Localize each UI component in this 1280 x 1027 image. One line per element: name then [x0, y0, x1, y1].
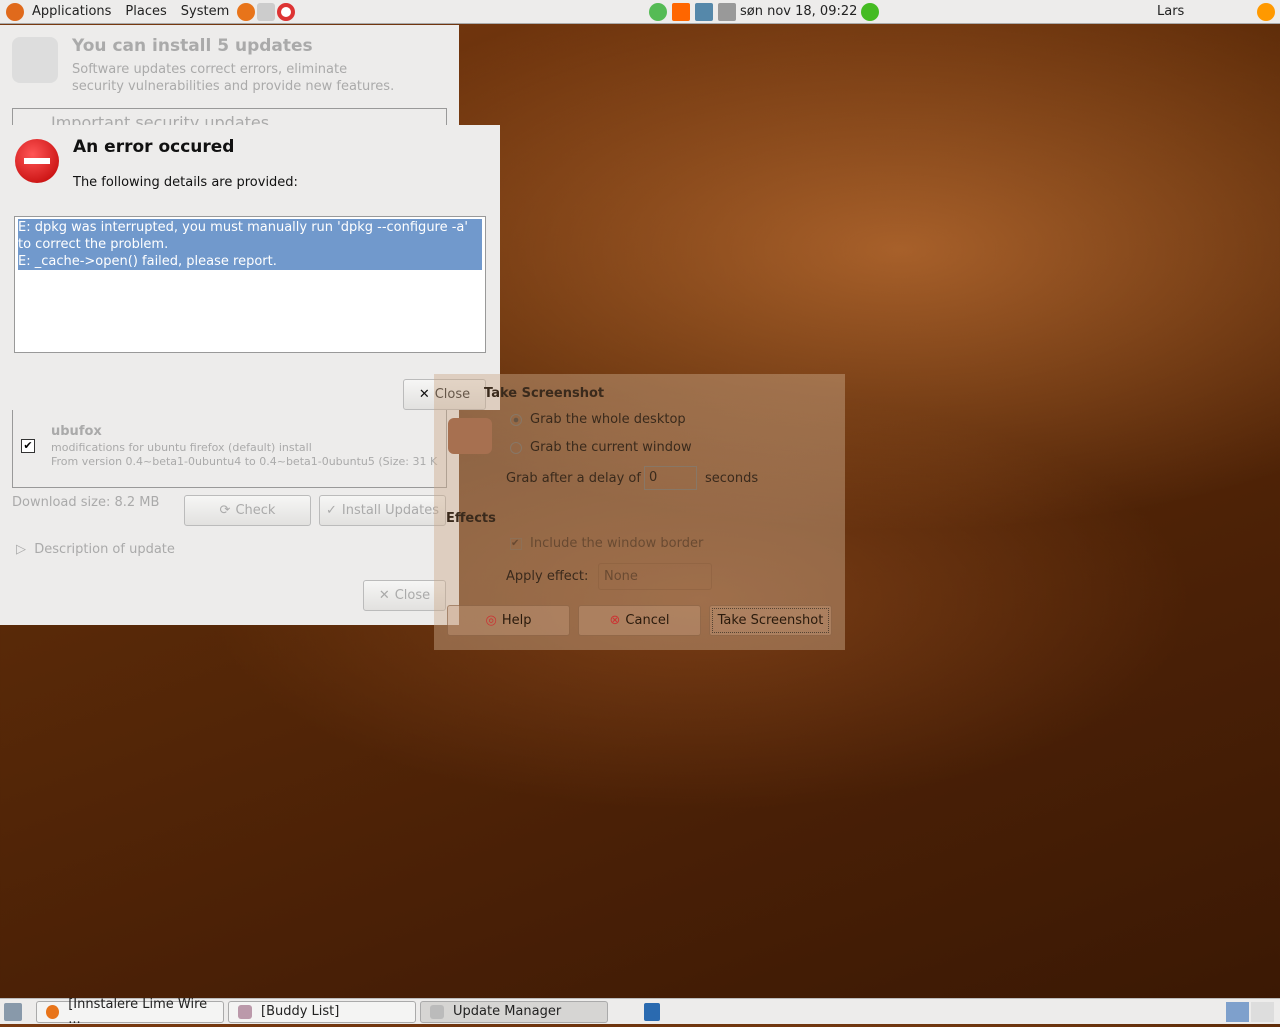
task-update-manager[interactable]: Update Manager	[420, 1000, 608, 1023]
take-screenshot-dialog: Take Screenshot Grab the whole desktop G…	[434, 374, 845, 650]
workspace-switcher[interactable]	[1226, 1001, 1274, 1022]
expander-arrow-icon: ▷	[16, 542, 26, 557]
clock[interactable]: søn nov 18, 09:22	[740, 4, 857, 19]
menu-system[interactable]: System	[174, 4, 236, 19]
bottom-panel: [Innstalere Lime Wire ... [Buddy List] U…	[0, 997, 1280, 1027]
take-screenshot-button[interactable]: Take Screenshot	[709, 605, 832, 636]
cancel-label: Cancel	[625, 613, 670, 628]
firefox-icon[interactable]	[237, 2, 256, 21]
delay-spinbutton[interactable]: 0	[644, 466, 697, 490]
refresh-icon: ⟳	[219, 503, 231, 518]
update-item-name: ubufox	[51, 424, 102, 439]
update-manager-icon	[430, 1004, 444, 1019]
show-desktop-icon[interactable]	[4, 1002, 22, 1021]
task-buddy-list[interactable]: [Buddy List]	[228, 1000, 416, 1023]
mail-icon[interactable]	[257, 2, 276, 21]
error-details-text[interactable]: E: dpkg was interrupted, you must manual…	[14, 216, 486, 353]
shutdown-icon[interactable]	[1257, 2, 1275, 21]
task-label: [Innstalere Lime Wire ...	[68, 996, 208, 1027]
delay-value: 0	[649, 470, 658, 485]
checkmark-icon: ✓	[325, 503, 337, 518]
workspace-1[interactable]	[1226, 1001, 1249, 1022]
volume-icon[interactable]	[718, 2, 736, 21]
error-line: E: dpkg was interrupted, you must manual…	[18, 220, 468, 252]
error-details-selection: E: dpkg was interrupted, you must manual…	[18, 219, 482, 270]
error-dialog: An error occured The following details a…	[0, 125, 500, 410]
check-label: Check	[235, 503, 276, 518]
apply-effect-label: Apply effect:	[506, 569, 589, 584]
seconds-label: seconds	[705, 471, 759, 486]
running-man-icon[interactable]	[861, 2, 880, 21]
delay-label: Grab after a delay of	[506, 471, 641, 486]
error-icon	[15, 139, 59, 183]
user-name[interactable]: Lars	[1157, 4, 1184, 19]
menu-applications[interactable]: Applications	[25, 4, 118, 19]
effects-heading: Effects	[446, 511, 496, 526]
checkbox-label: Include the window border	[530, 536, 704, 551]
camera-icon	[448, 418, 492, 454]
install-label: Install Updates	[341, 503, 440, 518]
help-label: Help	[501, 613, 532, 628]
cancel-button[interactable]: ⊗ Cancel	[578, 605, 701, 636]
network-icon[interactable]	[695, 2, 713, 21]
pidgin-icon	[238, 1004, 252, 1019]
update-title: You can install 5 updates	[72, 36, 313, 56]
close-icon: ✕	[378, 588, 390, 603]
update-item-version: From version 0.4~beta1-0ubuntu4 to 0.4~b…	[51, 455, 438, 468]
update-subtitle: Software updates correct errors, elimina…	[72, 62, 348, 77]
cancel-icon: ⊗	[609, 613, 621, 628]
radio-label: Grab the current window	[530, 440, 692, 455]
effect-combo[interactable]: None	[598, 563, 712, 590]
task-label: Update Manager	[453, 1004, 562, 1019]
workspace-2[interactable]	[1251, 1001, 1274, 1022]
description-expander[interactable]: ▷ Description of update	[16, 542, 175, 557]
close-icon: ✕	[418, 387, 430, 402]
ubuntu-logo-icon	[6, 2, 24, 21]
menu-places[interactable]: Places	[118, 4, 173, 19]
task-label: [Buddy List]	[261, 1004, 340, 1019]
radio-label: Grab the whole desktop	[530, 412, 686, 427]
download-size: Download size: 8.2 MB	[12, 495, 160, 510]
check-button[interactable]: ⟳ Check	[184, 495, 311, 526]
top-panel: Applications Places System søn nov 18, 0…	[0, 0, 1280, 24]
radio-whole-desktop[interactable]: Grab the whole desktop	[510, 412, 686, 427]
include-border-checkbox[interactable]: ✔ Include the window border	[510, 536, 703, 551]
description-label: Description of update	[34, 542, 175, 557]
help-button[interactable]: ◎ Help	[447, 605, 570, 636]
effect-value: None	[604, 569, 638, 584]
chat-status-icon[interactable]	[649, 2, 667, 21]
update-item-desc: modifications for ubuntu firefox (defaul…	[51, 441, 312, 454]
update-subtitle-2: security vulnerabilities and provide new…	[72, 79, 395, 94]
install-updates-button[interactable]: ✓ Install Updates	[319, 495, 446, 526]
update-notifier-icon[interactable]	[672, 2, 690, 21]
task-firefox[interactable]: [Innstalere Lime Wire ...	[36, 997, 224, 1027]
take-label: Take Screenshot	[717, 613, 824, 628]
help-icon[interactable]	[277, 2, 296, 21]
close-label: Close	[394, 588, 431, 603]
radio-current-window[interactable]: Grab the current window	[510, 440, 692, 455]
error-title: An error occured	[73, 137, 235, 157]
ubufox-checkbox[interactable]: ✔	[21, 439, 35, 453]
update-manager-icon	[12, 37, 58, 83]
firefox-icon	[46, 1004, 60, 1019]
screenshot-heading: Take Screenshot	[484, 386, 605, 401]
error-line: E: _cache->open() failed, please report.	[18, 254, 277, 269]
error-subtitle: The following details are provided:	[73, 175, 298, 190]
trash-icon[interactable]	[644, 1002, 660, 1021]
lifebuoy-icon: ◎	[485, 613, 497, 628]
